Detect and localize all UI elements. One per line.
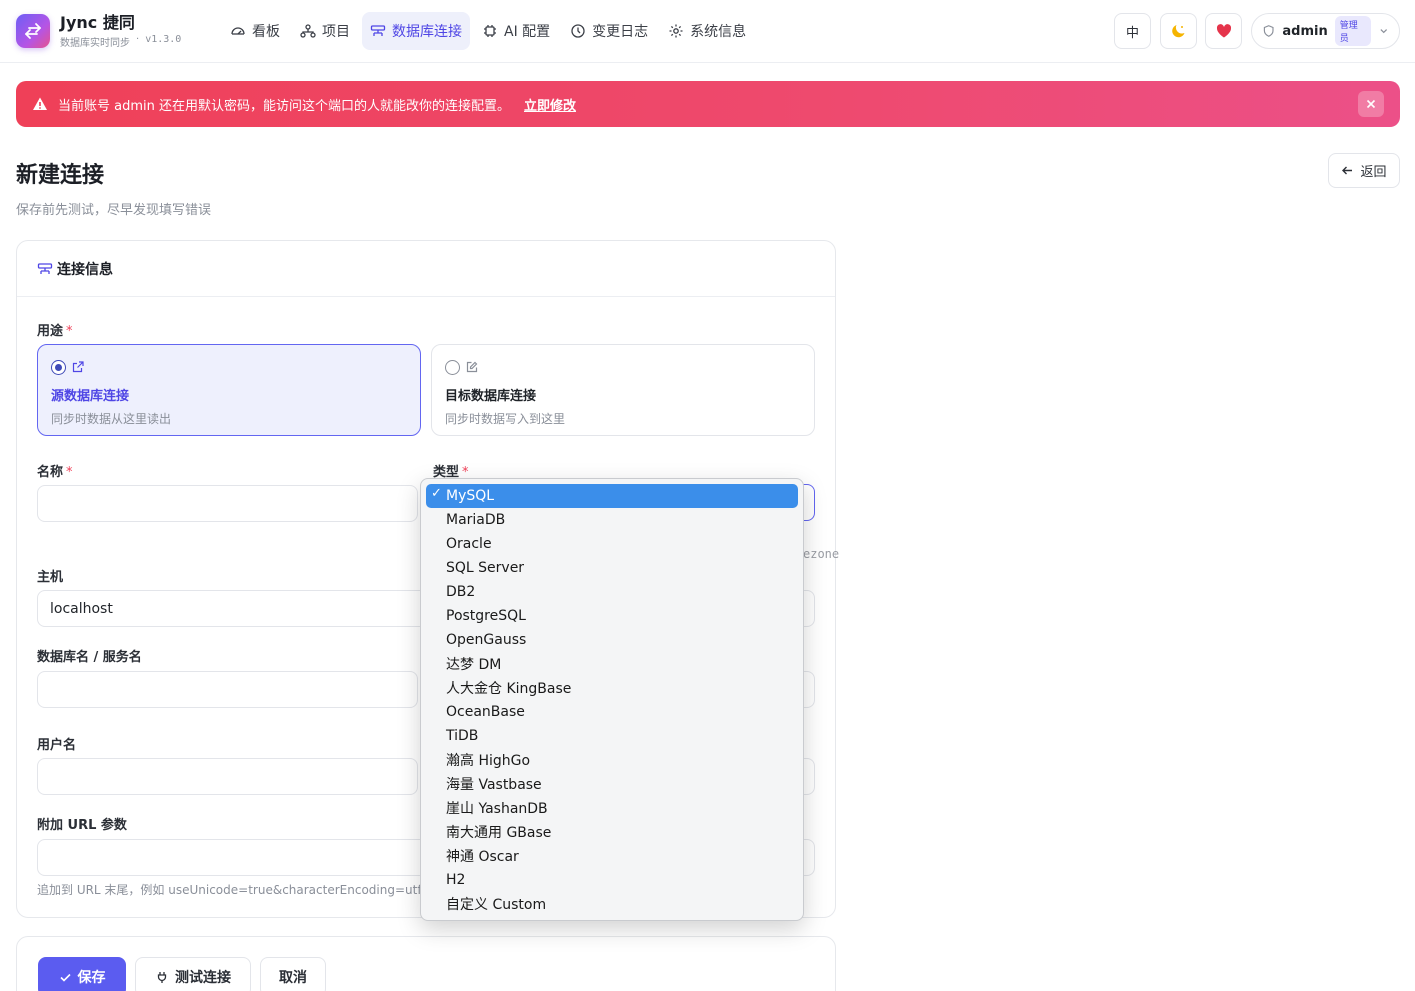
gear-icon <box>669 24 683 38</box>
type-option[interactable]: 南大通用 GBase <box>426 820 798 844</box>
nav-dashboard[interactable]: 看板 <box>222 12 288 50</box>
heart-icon <box>1216 24 1231 38</box>
connection-icon <box>370 25 386 36</box>
app-name: Jync 捷同 <box>60 13 135 32</box>
type-option[interactable]: TiDB <box>426 724 798 748</box>
nav-connections[interactable]: 数据库连接 <box>362 12 470 50</box>
type-option[interactable]: 海量 Vastbase <box>426 772 798 796</box>
database-label: 数据库名 / 服务名 <box>37 650 142 665</box>
edit-icon <box>466 361 478 373</box>
test-connection-button[interactable]: 测试连接 <box>135 957 251 991</box>
app-version: v1.3.0 <box>145 34 182 45</box>
role-badge: 管理员 <box>1334 16 1371 46</box>
type-option[interactable]: 崖山 YashanDB <box>426 796 798 820</box>
chevron-down-icon <box>1379 29 1387 34</box>
nav-ai-config[interactable]: AI 配置 <box>474 12 558 50</box>
nav-projects[interactable]: 项目 <box>292 12 358 50</box>
theme-toggle-button[interactable] <box>1160 13 1197 49</box>
connection-icon <box>37 262 53 274</box>
radio-source[interactable] <box>51 359 66 375</box>
type-option[interactable]: 自定义 Custom <box>426 892 798 916</box>
save-button[interactable]: 保存 <box>38 957 126 991</box>
shield-icon <box>1263 25 1274 37</box>
url-params-hint: 追加到 URL 末尾，例如 useUnicode=true&characterE… <box>37 883 430 897</box>
database-input[interactable] <box>37 671 418 708</box>
moon-icon <box>1171 25 1184 38</box>
type-option[interactable]: ✓ MySQL <box>426 484 798 508</box>
plug-icon <box>157 972 167 983</box>
section-title: 连接信息 <box>57 261 113 278</box>
type-option[interactable]: DB2 <box>426 580 798 604</box>
host-label: 主机 <box>37 570 64 585</box>
chip-icon <box>484 25 496 37</box>
type-option[interactable]: 神通 Oscar <box>426 844 798 868</box>
timezone-hint-partial: ezone <box>803 547 840 561</box>
type-option[interactable]: Oracle <box>426 532 798 556</box>
main-nav: 看板 项目 数据库连接 AI 配置 变更日志 系统信息 <box>222 12 754 50</box>
page-title: 新建连接 <box>16 163 105 188</box>
type-option[interactable]: 瀚高 HighGo <box>426 748 798 772</box>
top-bar: Jync 捷同 数据库实时同步 · v1.3.0 看板 项目 数据库连接 AI … <box>0 0 1415 63</box>
user-menu[interactable]: admin 管理员 <box>1251 13 1400 49</box>
app-tagline: 数据库实时同步 <box>60 38 130 49</box>
username-input[interactable] <box>37 758 418 795</box>
type-option[interactable]: SQL Server <box>426 556 798 580</box>
username-label: 用户名 <box>37 738 77 753</box>
action-bar: 保存 测试连接 取消 <box>16 936 836 991</box>
clock-icon <box>571 24 585 38</box>
type-dropdown-menu: ✓ MySQL MariaDB Oracle SQL Server DB2 PostgreS… <box>420 478 804 921</box>
section-header: 连接信息 <box>17 241 835 297</box>
external-link-icon <box>72 361 84 373</box>
purpose-source-option[interactable]: 源数据库连接 同步时数据从这里读出 <box>37 344 421 436</box>
alert-close-button[interactable] <box>1358 91 1384 117</box>
language-toggle-button[interactable]: 中 <box>1114 13 1151 49</box>
cancel-button[interactable]: 取消 <box>260 957 326 991</box>
type-option[interactable]: PostgreSQL <box>426 604 798 628</box>
purpose-target-option[interactable]: 目标数据库连接 同步时数据写入到这里 <box>431 344 815 436</box>
type-option[interactable]: OceanBase <box>426 700 798 724</box>
name-label: 名称 * <box>37 465 73 480</box>
check-icon: ✓ <box>431 486 442 501</box>
change-password-link[interactable]: 立即修改 <box>524 95 576 114</box>
warning-icon <box>33 97 47 110</box>
url-params-label: 附加 URL 参数 <box>37 818 127 833</box>
dashboard-icon <box>231 27 245 35</box>
host-input[interactable]: localhost <box>37 590 442 627</box>
type-option[interactable]: 达梦 DM <box>426 652 798 676</box>
page-subtitle: 保存前先测试，尽早发现填写错误 <box>16 203 212 218</box>
default-password-alert: 当前账号 admin 还在用默认密码，能访问这个端口的人就能改你的连接配置。 立… <box>16 81 1400 127</box>
favorite-button[interactable] <box>1205 13 1242 49</box>
nav-changelog[interactable]: 变更日志 <box>562 12 656 50</box>
nav-system-info[interactable]: 系统信息 <box>660 12 754 50</box>
back-button[interactable]: 返回 <box>1328 153 1400 188</box>
type-option[interactable]: 人大金仓 KingBase <box>426 676 798 700</box>
alert-text: 当前账号 admin 还在用默认密码，能访问这个端口的人就能改你的连接配置。 <box>58 98 510 114</box>
project-icon <box>300 24 316 38</box>
name-input[interactable] <box>37 485 418 522</box>
radio-target[interactable] <box>445 359 460 375</box>
url-params-input[interactable] <box>37 839 442 876</box>
type-option[interactable]: H2 <box>426 868 798 892</box>
app-logo-icon[interactable] <box>16 14 50 48</box>
user-name: admin <box>1282 23 1328 39</box>
type-option[interactable]: OpenGauss <box>426 628 798 652</box>
arrow-left-icon <box>1342 166 1353 175</box>
close-icon <box>1366 99 1376 109</box>
brand: Jync 捷同 数据库实时同步 · v1.3.0 <box>60 13 182 50</box>
type-option[interactable]: MariaDB <box>426 508 798 532</box>
check-icon <box>59 973 71 982</box>
purpose-label: 用途 * <box>37 324 73 339</box>
